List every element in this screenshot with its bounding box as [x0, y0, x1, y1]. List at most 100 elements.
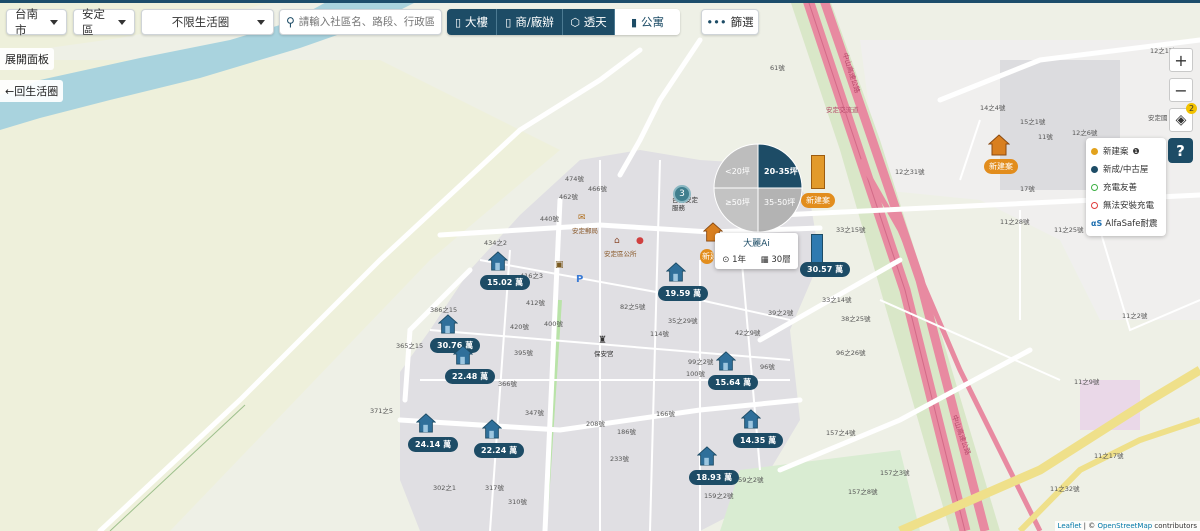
osm-link[interactable]: OpenStreetMap — [1097, 522, 1152, 530]
listing-price[interactable]: 14.35 萬 — [733, 433, 784, 448]
legend-dot — [1091, 201, 1098, 209]
mail-icon: ✉ — [578, 213, 586, 223]
expand-panel-button[interactable]: 展開面板 — [0, 48, 54, 70]
tab-townhouse[interactable]: ⬡ 透天 — [563, 9, 615, 35]
city-select-value: 台南市 — [15, 7, 38, 37]
district-select[interactable]: 安定區 — [73, 7, 135, 37]
tower-icon — [811, 155, 825, 189]
zoom-out-button[interactable]: − — [1169, 78, 1193, 102]
map-address-label: 11之9號 — [1074, 378, 1100, 386]
listing-price[interactable]: 19.59 萬 — [658, 286, 709, 301]
popup-details: ⊙ 1年 ▦ 30層 — [715, 253, 798, 265]
map-canvas[interactable] — [0, 0, 1200, 531]
map-address-label: 233號 — [610, 455, 629, 463]
life-circle-select[interactable]: 不限生活圈 — [141, 9, 274, 35]
layers-button[interactable]: ◈ 2 — [1169, 103, 1197, 132]
tab-apartment[interactable]: ▮ 公寓 — [615, 9, 680, 35]
tab-commercial[interactable]: ▯ 商/廠辦 — [497, 9, 563, 35]
pie-slice-under20[interactable]: <20坪 — [725, 166, 750, 177]
more-icon: ••• — [706, 15, 727, 29]
map-address-label: 11之32號 — [1050, 485, 1080, 493]
map-address-label: 434之2 — [484, 239, 508, 247]
legend-label: 新建案 — [1103, 147, 1129, 157]
house-icon — [488, 251, 508, 271]
map-address-label: 157之3號 — [880, 469, 910, 477]
map-address-label: 15之1號 — [1020, 118, 1046, 126]
listing-price[interactable]: 24.14 萬 — [408, 437, 459, 452]
new-project-marker[interactable] — [808, 155, 825, 189]
map-address-label: 466號 — [588, 185, 607, 193]
search-box[interactable]: ⚲ — [279, 9, 442, 35]
legend-no-ev[interactable]: 無法安裝充電 — [1091, 196, 1161, 214]
map-address-label: 61號 — [770, 64, 785, 72]
parking-icon: P — [576, 274, 584, 285]
legend-alfasafe[interactable]: αS AlfaSafe耐震 — [1091, 214, 1161, 232]
map-address-label: 386之15 — [430, 306, 458, 314]
map-address-label: 366號 — [498, 380, 517, 388]
house-icon: ⬡ — [570, 15, 580, 29]
attribution-suffix: contributors — [1154, 522, 1197, 530]
city-select[interactable]: 台南市 — [6, 7, 67, 37]
pie-slice-20-35[interactable]: 20-35坪 — [764, 166, 798, 177]
temple-label: 保安宮 — [594, 350, 614, 358]
map-address-label: 12之6號 — [1072, 129, 1098, 137]
map-address-label: 11之25號 — [1054, 226, 1084, 234]
map-address-label: 310號 — [508, 498, 527, 506]
building-popup[interactable]: 大麗Ai ⊙ 1年 ▦ 30層 — [715, 233, 798, 269]
legend-ev-friendly[interactable]: 充電友善 — [1091, 178, 1161, 196]
map-address-label: 14之4號 — [980, 104, 1006, 112]
house-icon — [416, 413, 436, 433]
listing-price[interactable]: 22.24 萬 — [474, 443, 525, 458]
map-legend: 新建案 ❶ 新成/中古屋 充電友善 無法安裝充電 αS AlfaSafe耐震 — [1086, 138, 1166, 236]
popup-floors: ▦ 30層 — [761, 253, 791, 265]
map-address-label: 114號 — [650, 330, 669, 338]
map-address-label: 17號 — [1020, 185, 1035, 193]
chevron-down-icon — [118, 19, 126, 25]
map-address-label: 12之31號 — [895, 168, 925, 176]
listing-price[interactable]: 18.93 萬 — [689, 470, 740, 485]
legend-new-project[interactable]: 新建案 ❶ — [1091, 142, 1161, 160]
map-address-label: 400號 — [544, 320, 563, 328]
back-to-life-circle-button[interactable]: ←回生活圈 — [0, 80, 64, 102]
chevron-down-icon — [257, 19, 265, 25]
new-project-marker[interactable] — [987, 134, 1011, 159]
info-icon[interactable]: ❶ — [1133, 147, 1140, 156]
map-address-label: 157之4號 — [826, 429, 856, 437]
layers-badge: 2 — [1186, 103, 1197, 114]
cluster-marker[interactable]: 3 — [673, 185, 691, 203]
map-address-label: 33之15號 — [836, 226, 866, 234]
pie-slice-over50[interactable]: ≥50坪 — [725, 197, 750, 208]
listing-price[interactable]: 30.57 萬 — [800, 262, 851, 277]
search-input[interactable] — [298, 16, 434, 28]
size-pie-selector[interactable] — [712, 142, 804, 234]
legend-label: 無法安裝充電 — [1103, 201, 1155, 211]
new-project-label[interactable]: 新建案 — [700, 249, 714, 264]
tab-buildings[interactable]: ▯ 大樓 — [447, 9, 497, 35]
leaflet-link[interactable]: Leaflet — [1058, 522, 1082, 530]
shop-icon: ▣ — [555, 260, 564, 270]
district-office-label: 安定區公所 — [604, 250, 637, 258]
tab-buildings-label: 大樓 — [465, 15, 489, 29]
legend-label: 充電友善 — [1103, 183, 1138, 193]
listing-price[interactable]: 22.48 萬 — [445, 369, 496, 384]
listing-price[interactable]: 15.64 萬 — [708, 375, 759, 390]
map-app: 474號 466號 462號 440號 434之2 416之3 412號 420… — [0, 0, 1200, 531]
legend-resale[interactable]: 新成/中古屋 — [1091, 160, 1161, 178]
tower-icon — [811, 234, 823, 264]
popup-age: ⊙ 1年 — [722, 253, 746, 265]
map-address-label: 11之28號 — [1000, 218, 1030, 226]
building-icon: ⌂ — [614, 236, 620, 246]
office-icon: ▯ — [505, 15, 512, 29]
tab-apartment-label: 公寓 — [641, 15, 665, 29]
help-button[interactable]: ? — [1168, 138, 1193, 163]
life-circle-select-value: 不限生活圈 — [171, 15, 230, 29]
district-select-value: 安定區 — [82, 7, 105, 37]
new-project-label[interactable]: 新建案 — [801, 193, 835, 208]
house-icon — [438, 314, 458, 334]
tab-commercial-label: 商/廠辦 — [515, 15, 554, 29]
filter-button[interactable]: ••• 篩選 — [701, 9, 759, 35]
new-project-label[interactable]: 新建案 — [984, 159, 1018, 174]
zoom-in-button[interactable]: + — [1169, 48, 1193, 72]
listing-price[interactable]: 15.02 萬 — [480, 275, 531, 290]
pie-slice-35-50[interactable]: 35-50坪 — [764, 197, 795, 208]
